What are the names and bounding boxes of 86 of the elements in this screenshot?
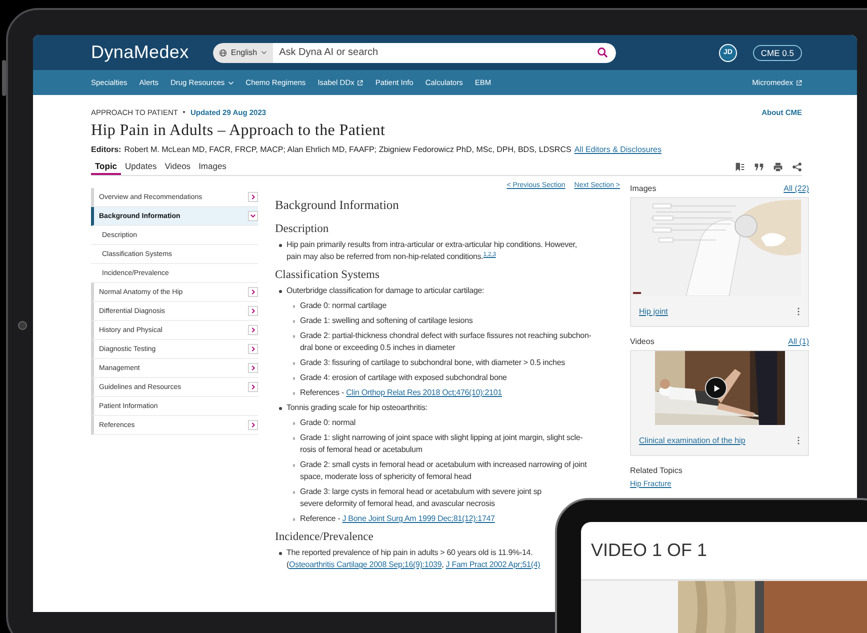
cme-button[interactable]: CME 0.5 xyxy=(752,44,802,60)
page-title: Hip Pain in Adults – Approach to the Patient xyxy=(91,122,386,140)
camera-lens xyxy=(18,321,27,330)
editors-text: Robert M. McLean MD, FACR, FRCP, MACP; Alan Ehrlich MD, FAAFP; Zbigniew Fedorowicz PhD, MSc, DPH, BDS, LDSRCS xyxy=(124,145,572,154)
chevron-icon[interactable] xyxy=(248,382,258,392)
bullet xyxy=(292,377,295,380)
bullet-text: Grade 0: normal xyxy=(300,417,356,429)
subsection-heading: Incidence/Prevalence xyxy=(275,531,374,543)
globe-icon xyxy=(218,48,227,56)
all-videos-link[interactable]: All (1) xyxy=(788,337,809,346)
video-caption-link[interactable]: Clinical examination of the hip xyxy=(639,436,746,444)
bullet-text: Grade 2: partial-thickness chondral defect with surface fissures not reaching subchon- xyxy=(300,330,592,342)
bullet-text: rosis of femoral head or acetabulum xyxy=(300,444,422,456)
more-options-icon[interactable] xyxy=(797,436,800,444)
tab[interactable]: Images xyxy=(194,161,230,175)
reference-link[interactable]: J Fam Pract 2002 Apr;51(4) xyxy=(446,559,540,571)
quote-icon[interactable] xyxy=(754,162,764,172)
chevron-icon[interactable] xyxy=(248,211,258,221)
more-options-icon[interactable] xyxy=(797,306,800,316)
bullet-text: References - xyxy=(300,387,345,399)
chevron-icon[interactable] xyxy=(248,306,258,316)
bullet-text: space, moderate loss of sphericity of femoral head xyxy=(300,471,472,483)
reference-link[interactable]: J Bone Joint Surg Am 1999 Dec;81(12):1747 xyxy=(342,513,495,525)
bullet-text: Reference - xyxy=(300,513,342,525)
bullet-text: Grade 4: erosion of cartilage with exposed subchondral bone xyxy=(300,372,507,384)
bullet-text: Outerbridge classification for damage to articular cartilage: xyxy=(286,285,484,297)
bullet xyxy=(292,518,295,520)
bullet xyxy=(279,552,282,554)
videos-heading: Videos xyxy=(630,337,654,346)
chevron-icon[interactable] xyxy=(248,344,258,354)
section-title: Background Information xyxy=(275,198,400,213)
subsection-heading: Classification Systems xyxy=(275,269,380,281)
bullet xyxy=(279,290,282,292)
bullet-text: Hip pain primarily results from intra-articular or extra-articular hip conditions. However, xyxy=(286,239,577,251)
bullet xyxy=(292,437,295,440)
editors-link[interactable]: All Editors & Disclosures xyxy=(574,145,662,154)
bullet xyxy=(292,491,295,494)
subsection-heading: Description xyxy=(275,223,330,235)
tab[interactable]: Topic xyxy=(91,161,122,175)
bullet xyxy=(292,392,295,394)
chevron-icon[interactable] xyxy=(248,363,258,373)
bullet xyxy=(279,244,282,246)
reference-link[interactable]: Clin Orthop Relat Res 2018 Oct;476(10):2101 xyxy=(346,387,502,399)
chevron-icon[interactable] xyxy=(248,325,258,335)
bullet xyxy=(292,320,295,322)
search-icon[interactable] xyxy=(596,47,608,58)
bullet xyxy=(292,335,295,338)
print-icon[interactable] xyxy=(773,162,783,172)
bullet-text: Tonnis grading scale for hip osteoarthritis: xyxy=(286,402,428,414)
editors-label: Editors: xyxy=(91,145,122,154)
bullet-text: pain may also be referred from non-hip-related conditions. xyxy=(286,251,484,263)
bullet-text: , xyxy=(442,559,445,571)
reference-link[interactable]: Osteoarthritis Cartilage 2008 Sep;16(9):1039 xyxy=(289,559,442,571)
external-link-icon xyxy=(796,80,802,86)
bullet-text: Grade 2: small cysts in femoral head or acetabulum with increased narrowing of joint xyxy=(300,459,587,471)
separator-dot xyxy=(182,110,186,114)
related-topics-heading: Related Topics xyxy=(630,466,682,475)
bullet-text: Grade 3: large cysts in femoral head or acetabulum with severe joint sp xyxy=(300,486,542,498)
bullet-text: Grade 1: swelling and softening of cartilage lesions xyxy=(300,315,473,327)
all-images-link[interactable]: All (22) xyxy=(784,184,809,193)
images-heading: Images xyxy=(630,184,656,193)
chevron-icon[interactable] xyxy=(248,420,258,430)
bullet-text: Grade 0: normal cartilage xyxy=(300,300,387,312)
bullet-text: Grade 1: slight narrowing of joint space with slight lipping at joint margin, slight scle- xyxy=(300,432,583,444)
bullet-text: dral bone or exceeding 0.5 inches in diameter xyxy=(300,342,456,354)
chevron-icon xyxy=(228,80,234,86)
bullet-text: ( xyxy=(286,559,290,571)
chevron-icon[interactable] xyxy=(248,192,258,202)
bullet xyxy=(292,305,295,308)
bullet-text: severe deformity of femoral head, and avascular necrosis xyxy=(300,498,495,510)
share-icon[interactable] xyxy=(792,162,802,172)
chevron-icon xyxy=(261,50,268,55)
tab[interactable]: Videos xyxy=(160,161,195,175)
external-link-icon xyxy=(357,80,364,86)
bookmark-icon[interactable] xyxy=(735,162,745,172)
bullet xyxy=(292,422,295,424)
bullet-text: Grade 3: fissuring of cartilage to subchondral bone, with diameter > 0.5 inches xyxy=(300,357,565,369)
bullet xyxy=(292,464,295,466)
bullet-text: The reported prevalence of hip pain in adults > 60 years old is 11.9%-14. xyxy=(286,547,533,559)
bullet xyxy=(279,407,282,410)
chevron-icon[interactable] xyxy=(248,287,258,297)
language-selector[interactable]: English xyxy=(212,42,274,62)
bullet xyxy=(292,362,295,364)
logo[interactable]: DynaMedex xyxy=(91,42,189,63)
tab[interactable]: Updates xyxy=(121,161,161,175)
image-caption-link[interactable]: Hip joint xyxy=(639,306,668,316)
